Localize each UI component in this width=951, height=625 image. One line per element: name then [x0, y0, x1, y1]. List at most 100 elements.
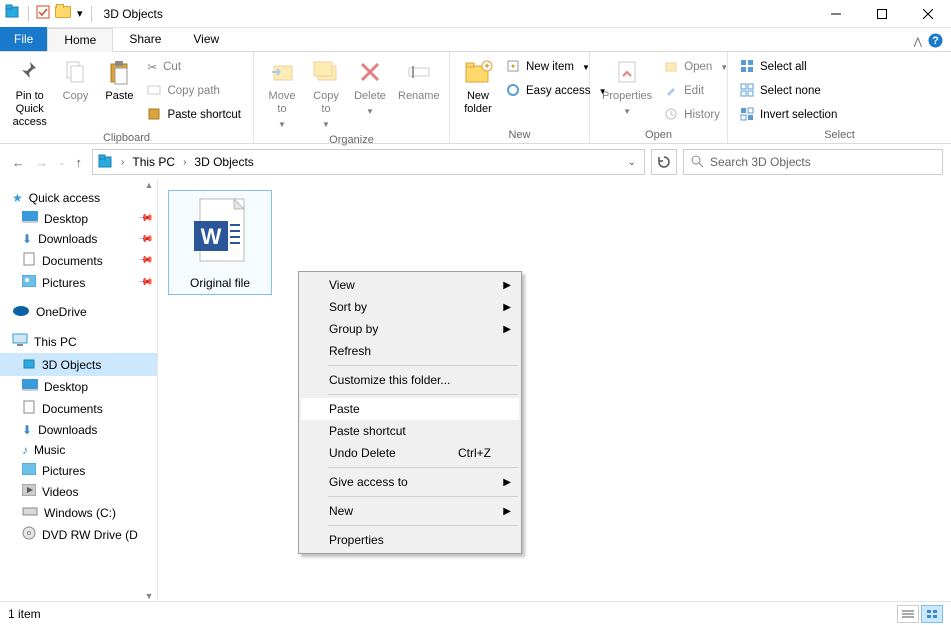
context-refresh[interactable]: Refresh [301, 340, 519, 362]
desktop-icon [22, 211, 38, 226]
ribbon-collapse-icon[interactable]: ⋀ [914, 37, 922, 48]
title-bar: ▾ 3D Objects [0, 0, 951, 28]
rename-button[interactable]: Rename [392, 54, 446, 105]
tab-home[interactable]: Home [47, 28, 113, 52]
scroll-up-icon[interactable]: ▲ [145, 180, 154, 190]
sidebar-item-downloads-2[interactable]: ⬇Downloads [0, 420, 157, 440]
icons-view-button[interactable] [921, 605, 943, 623]
recent-locations-button[interactable]: ⌄ [58, 157, 66, 168]
open-button[interactable]: Open▼ [662, 56, 730, 78]
this-pc-icon [12, 333, 28, 350]
history-button[interactable]: History [662, 104, 730, 126]
tab-file[interactable]: File [0, 27, 47, 51]
tab-share[interactable]: Share [113, 27, 177, 51]
sidebar-item-this-pc[interactable]: This PC [0, 330, 157, 353]
context-new[interactable]: New▶ [301, 500, 519, 522]
paste-button[interactable]: Paste [97, 54, 141, 105]
pictures-icon [22, 275, 36, 290]
sidebar-item-videos[interactable]: Videos [0, 481, 157, 502]
address-bar[interactable]: › This PC › 3D Objects ⌄ [92, 149, 645, 175]
sidebar-item-3d-objects[interactable]: 3D Objects [0, 353, 157, 376]
chevron-right-icon[interactable]: › [179, 157, 190, 168]
context-menu: View▶ Sort by▶ Group by▶ Refresh Customi… [298, 271, 522, 554]
move-to-button[interactable]: Move to▼ [260, 54, 304, 133]
location-icon [97, 153, 115, 172]
sidebar-item-downloads[interactable]: ⬇Downloads📌 [0, 229, 157, 249]
sidebar-item-desktop[interactable]: Desktop📌 [0, 208, 157, 229]
breadcrumb-3d-objects[interactable]: 3D Objects [192, 155, 255, 169]
edit-button[interactable]: Edit [662, 80, 730, 102]
cut-icon: ✂ [147, 60, 157, 74]
status-bar: 1 item [0, 601, 951, 625]
context-paste-shortcut[interactable]: Paste shortcut [301, 420, 519, 442]
qat-dropdown-icon[interactable]: ▾ [77, 7, 83, 20]
sidebar-item-windows-c[interactable]: Windows (C:) [0, 502, 157, 523]
sidebar-item-documents[interactable]: Documents📌 [0, 249, 157, 272]
up-button[interactable]: ↑ [76, 155, 83, 170]
address-dropdown-icon[interactable]: ⌄ [628, 157, 640, 168]
new-folder-button[interactable]: ✦New folder [456, 54, 500, 118]
scroll-down-icon[interactable]: ▼ [145, 591, 154, 601]
tab-view[interactable]: View [177, 27, 235, 51]
invert-selection-icon [740, 107, 754, 124]
file-item-original-file[interactable]: W Original file [168, 190, 272, 295]
context-sort-by[interactable]: Sort by▶ [301, 296, 519, 318]
copy-to-button[interactable]: Copy to▼ [304, 54, 348, 133]
back-button[interactable]: ← [12, 155, 25, 170]
context-give-access-to[interactable]: Give access to▶ [301, 471, 519, 493]
svg-text:✦: ✦ [510, 62, 517, 71]
select-all-button[interactable]: Select all [738, 56, 839, 78]
search-placeholder: Search 3D Objects [710, 155, 811, 169]
cut-button[interactable]: ✂Cut [145, 56, 243, 78]
context-view[interactable]: View▶ [301, 274, 519, 296]
sidebar-item-documents-2[interactable]: Documents [0, 397, 157, 420]
sidebar-item-pictures-2[interactable]: Pictures [0, 460, 157, 481]
submenu-arrow-icon: ▶ [503, 506, 511, 517]
sidebar-item-onedrive[interactable]: OneDrive [0, 301, 157, 322]
chevron-right-icon[interactable]: › [117, 157, 128, 168]
context-properties[interactable]: Properties [301, 529, 519, 551]
submenu-arrow-icon: ▶ [503, 324, 511, 335]
content-pane[interactable]: W Original file [158, 180, 951, 601]
context-undo-delete[interactable]: Undo DeleteCtrl+Z [301, 442, 519, 464]
pin-to-quick-access-button[interactable]: Pin to Quick access [6, 54, 53, 131]
sidebar-item-pictures[interactable]: Pictures📌 [0, 272, 157, 293]
copy-path-button[interactable]: Copy path [145, 80, 243, 102]
breadcrumb-this-pc[interactable]: This PC [130, 155, 177, 169]
edit-icon [664, 83, 678, 100]
sidebar-item-desktop-2[interactable]: Desktop [0, 376, 157, 397]
properties-button[interactable]: Properties▼ [596, 54, 658, 120]
copy-icon [59, 56, 91, 88]
invert-selection-button[interactable]: Invert selection [738, 104, 839, 126]
history-icon [664, 107, 678, 124]
sidebar-item-quick-access[interactable]: ★Quick access [0, 188, 157, 208]
sidebar-item-dvd[interactable]: DVD RW Drive (D [0, 523, 157, 546]
ribbon-group-organize: Organize [260, 133, 443, 148]
help-icon[interactable]: ? [928, 33, 943, 51]
qat-checkbox-icon[interactable] [35, 4, 51, 23]
context-shortcut: Ctrl+Z [458, 446, 491, 460]
search-input[interactable]: Search 3D Objects [683, 149, 943, 175]
paste-shortcut-button[interactable]: Paste shortcut [145, 104, 243, 126]
context-group-by[interactable]: Group by▶ [301, 318, 519, 340]
videos-icon [22, 484, 36, 499]
delete-button[interactable]: Delete▼ [348, 54, 392, 120]
quick-access-icon: ★ [12, 191, 23, 205]
close-button[interactable] [905, 0, 951, 28]
navigation-bar: ← → ⌄ ↑ › This PC › 3D Objects ⌄ Search … [0, 144, 951, 180]
maximize-button[interactable] [859, 0, 905, 28]
forward-button[interactable]: → [35, 155, 48, 170]
copy-button[interactable]: Copy [53, 54, 97, 105]
context-paste[interactable]: Paste [301, 398, 519, 420]
sidebar-item-music[interactable]: ♪Music [0, 440, 157, 460]
ribbon: Pin to Quick access Copy Paste ✂Cut Copy… [0, 52, 951, 144]
qat-folder-icon[interactable] [55, 6, 71, 21]
sidebar-scrollbar[interactable]: ▲ ▼ [141, 180, 157, 601]
desktop-icon [22, 379, 38, 394]
context-customize-folder[interactable]: Customize this folder... [301, 369, 519, 391]
details-view-button[interactable] [897, 605, 919, 623]
minimize-button[interactable] [813, 0, 859, 28]
refresh-button[interactable] [651, 149, 677, 175]
objects3d-icon [22, 356, 36, 373]
select-none-button[interactable]: Select none [738, 80, 839, 102]
